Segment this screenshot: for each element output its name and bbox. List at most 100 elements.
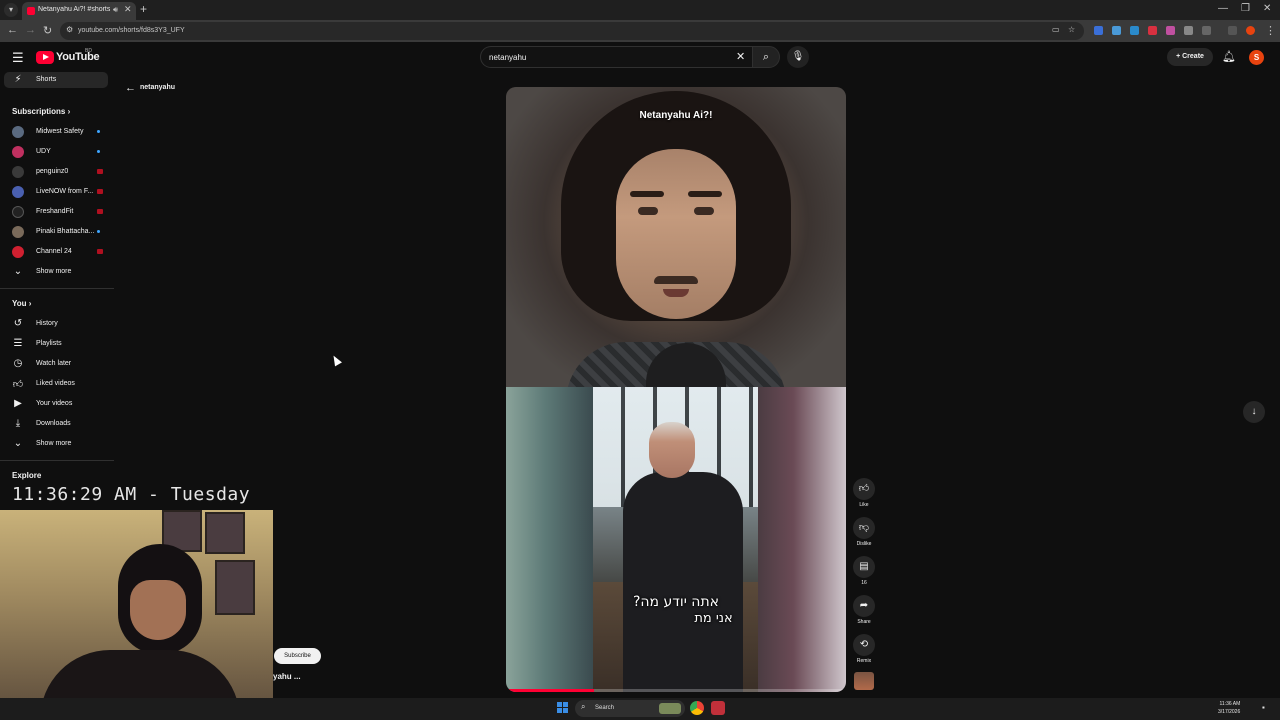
youtube-wordmark[interactable]: YouTube	[56, 51, 100, 63]
notification-icon[interactable]: ▪	[1262, 703, 1265, 712]
stream-clock-overlay: 11:36:29 AM - Tuesday	[12, 484, 251, 505]
sidebar-item-label: Liked videos	[36, 380, 75, 387]
profile-icon[interactable]	[1246, 26, 1255, 35]
search-button[interactable]: ⌕	[752, 46, 780, 68]
mustache	[654, 276, 698, 284]
channel-avatar	[12, 206, 24, 218]
sidebar-item-label: History	[36, 320, 58, 327]
windows-start-icon[interactable]	[557, 702, 569, 714]
sidebar-subscription[interactable]: UDY	[4, 144, 108, 160]
sidebar-item-downloads[interactable]: ⤓ Downloads	[4, 416, 108, 432]
sidepanel-icon[interactable]	[1228, 26, 1237, 35]
wall-poster	[215, 560, 255, 615]
live-indicator-icon	[97, 249, 103, 254]
sidebar-subscription[interactable]: LiveNOW from F...	[4, 184, 108, 200]
close-tab-icon[interactable]: ✕	[124, 4, 132, 15]
brow	[630, 191, 664, 197]
bookmark-star-icon[interactable]: ☆	[1068, 25, 1075, 34]
notifications-bell-icon[interactable]: 🔔︎	[1222, 50, 1236, 63]
sidebar-item-liked-videos[interactable]: 👍︎ Liked videos	[4, 376, 108, 392]
tab-search-icon[interactable]: ▾	[4, 3, 18, 17]
taskbar-search[interactable]: ⌕ Search	[575, 700, 685, 717]
video-channel-name[interactable]: yahu ...	[273, 672, 301, 681]
extension-icon[interactable]	[1094, 26, 1103, 35]
sidebar-subscription[interactable]: FreshandFit	[4, 204, 108, 220]
sidebar-subscription[interactable]: Midwest Safety	[4, 124, 108, 140]
sound-thumbnail[interactable]	[854, 672, 874, 690]
reload-icon[interactable]: ↻	[43, 24, 52, 37]
site-info-icon[interactable]: ⚙︎	[66, 25, 73, 34]
extension-icon[interactable]	[1166, 26, 1175, 35]
create-button[interactable]: + Create	[1167, 48, 1213, 66]
sidebar-subscription[interactable]: penguinz0	[4, 164, 108, 180]
video-frame-top: Netanyahu Ai?!	[506, 87, 846, 403]
subscriptions-heading[interactable]: Subscriptions ›	[12, 107, 70, 116]
new-content-dot-icon	[97, 150, 100, 153]
taskbar-clock[interactable]: 11:36 AM 3/17/2026	[1218, 700, 1240, 716]
explore-heading: Explore	[12, 471, 42, 480]
clear-search-icon[interactable]: ✕	[736, 50, 745, 63]
share-button[interactable]: ➦ Share	[852, 595, 876, 625]
chrome-icon[interactable]	[690, 701, 704, 715]
restore-icon[interactable]: ❐	[1241, 3, 1250, 14]
extensions-puzzle-icon[interactable]	[1202, 26, 1211, 35]
hamburger-menu-icon[interactable]: ☰	[12, 50, 24, 66]
youtube-logo-icon[interactable]	[36, 51, 54, 64]
taskbar-date: 3/17/2026	[1218, 709, 1241, 715]
sidebar-item-label: Downloads	[36, 420, 71, 427]
search-input[interactable]	[489, 51, 719, 64]
subscribe-button[interactable]: Subscribe	[274, 648, 321, 664]
forward-icon[interactable]: →	[25, 24, 36, 36]
you-heading[interactable]: You ›	[12, 299, 31, 308]
like-button[interactable]: 👍︎ Like	[852, 478, 876, 508]
close-window-icon[interactable]: ✕	[1263, 3, 1271, 14]
channel-avatar	[12, 246, 24, 258]
video-progress-bar[interactable]	[506, 689, 846, 692]
search-box[interactable]: ✕	[480, 46, 752, 68]
channel-avatar	[12, 186, 24, 198]
new-tab-icon[interactable]: +	[140, 2, 147, 16]
channel-avatar	[12, 226, 24, 238]
new-content-dot-icon	[97, 130, 100, 133]
sidebar-subscription[interactable]: Pinaki Bhattacha...	[4, 224, 108, 240]
dislike-button[interactable]: 👎︎ Dislike	[852, 517, 876, 547]
thumbs-down-icon: 👎︎	[853, 517, 875, 539]
channel-avatar	[12, 166, 24, 178]
search-query-label[interactable]: netanyahu	[140, 84, 175, 91]
kebab-menu-icon[interactable]: ⋮	[1265, 24, 1276, 37]
extension-icon[interactable]	[1184, 26, 1193, 35]
remix-button[interactable]: ⟲ Remix	[852, 634, 876, 664]
extension-icon[interactable]	[1112, 26, 1121, 35]
shorts-video-player[interactable]: Netanyahu Ai?! אתה יודע מה? אני מת	[506, 87, 846, 692]
address-bar[interactable]: ⚙︎ youtube.com/shorts/fd8s3Y3_UFY ▭ ☆	[60, 22, 1084, 40]
browser-tab-active[interactable]: Netanyahu Ai?! #shorts #n 🔊︎ ✕	[22, 2, 136, 20]
sidebar-item-history[interactable]: ↺ History	[4, 316, 108, 332]
extension-icon[interactable]	[1130, 26, 1139, 35]
app-icon[interactable]	[711, 701, 725, 715]
sidebar-item-shorts[interactable]: ⚡︎ Shorts	[4, 72, 108, 88]
video-clip	[593, 387, 759, 692]
show-more-you[interactable]: ⌄ Show more	[4, 436, 108, 452]
back-icon[interactable]: ←	[7, 24, 18, 36]
comments-button[interactable]: ▤ 16	[852, 556, 876, 586]
minimize-icon[interactable]: —	[1218, 3, 1228, 14]
speaker-icon[interactable]: 🔊︎	[113, 5, 118, 15]
sidebar-item-playlists[interactable]: ☰ Playlists	[4, 336, 108, 352]
windows-taskbar: ⌕ Search 11:36 AM 3/17/2026 ▪	[0, 698, 1280, 720]
next-video-arrow-icon[interactable]: ↓	[1243, 401, 1265, 423]
browser-tabstrip: ▾ Netanyahu Ai?! #shorts #n 🔊︎ ✕ + — ❐ ✕	[0, 0, 1280, 20]
show-more-subscriptions[interactable]: ⌄ Show more	[4, 264, 108, 280]
clip-person-body	[623, 472, 743, 692]
cast-icon[interactable]: ▭	[1052, 25, 1060, 34]
comment-icon: ▤	[853, 556, 875, 578]
back-arrow-icon[interactable]: ←	[125, 82, 136, 94]
account-avatar[interactable]: S	[1249, 50, 1264, 65]
sidebar-item-watch-later[interactable]: ◷ Watch later	[4, 356, 108, 372]
extension-icon[interactable]	[1148, 26, 1157, 35]
sidebar-subscription[interactable]: Channel 24	[4, 244, 108, 260]
voice-search-mic-icon[interactable]: 🎙︎	[787, 46, 809, 68]
show-more-label: Show more	[36, 268, 72, 275]
sidebar-item-your-videos[interactable]: ▶ Your videos	[4, 396, 108, 412]
divider	[0, 460, 114, 461]
sidebar-item-label: Watch later	[36, 360, 72, 367]
